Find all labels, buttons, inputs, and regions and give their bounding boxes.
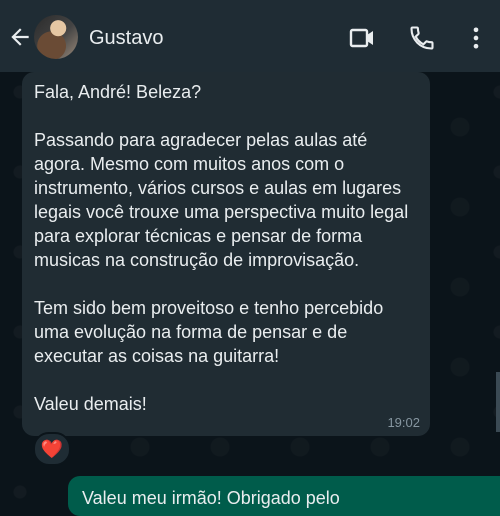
avatar[interactable] [34, 15, 78, 59]
message-time: 19:02 [387, 415, 420, 430]
outgoing-message[interactable]: Valeu meu irmão! Obrigado pelo [68, 476, 500, 516]
message-paragraph: Tem sido bem proveitoso e tenho percebid… [34, 298, 384, 366]
voice-call-icon[interactable] [408, 24, 436, 52]
arrow-left-icon[interactable] [7, 24, 33, 50]
contact-name[interactable]: Gustavo [89, 28, 163, 48]
outgoing-message-text: Valeu meu irmão! Obrigado pelo [82, 488, 340, 508]
heart-reaction-icon[interactable]: ❤️ [33, 432, 71, 466]
message-paragraph: Valeu demais! [34, 394, 147, 414]
more-vertical-icon[interactable] [462, 24, 490, 52]
video-call-icon[interactable] [348, 24, 376, 52]
message-paragraph: Passando para agradecer pelas aulas até … [34, 130, 409, 270]
message-paragraph: Fala, André! Beleza? [34, 82, 202, 102]
incoming-message[interactable]: Fala, André! Beleza? Passando para agrad… [22, 72, 430, 436]
scrollbar[interactable] [496, 372, 500, 432]
chat-header: Gustavo [0, 0, 500, 72]
